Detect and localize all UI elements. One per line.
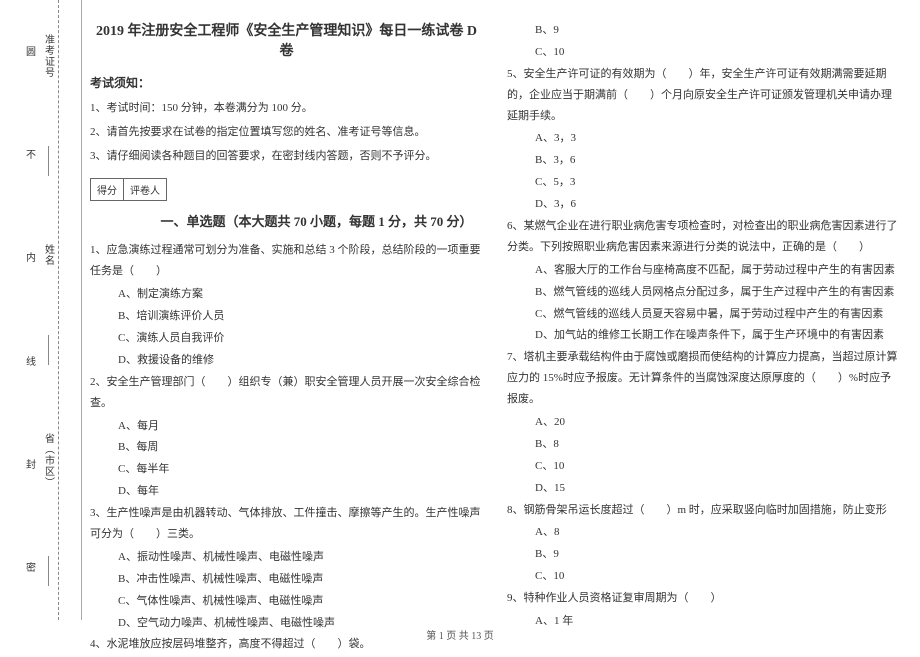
binding-field-line xyxy=(48,556,49,586)
score-label: 得分 xyxy=(91,179,124,200)
binding-marker: 线 xyxy=(22,356,37,368)
question-stem: 7、塔机主要承载结构件由于腐蚀或磨损而使结构的计算应力提高，当超过原计算应力的 … xyxy=(507,347,900,410)
binding-field-line xyxy=(48,146,49,176)
question-option: D、救援设备的维修 xyxy=(90,350,483,371)
binding-circle: 圆 xyxy=(22,46,37,58)
binding-field-name: 姓名 xyxy=(41,244,56,266)
left-column: 2019 年注册安全工程师《安全生产管理知识》每日一练试卷 D 卷 考试须知： … xyxy=(90,20,483,657)
right-column: B、9 C、10 5、安全生产许可证的有效期为（ ）年，安全生产许可证有效期满需… xyxy=(507,20,900,657)
binding-field-line xyxy=(48,335,49,365)
question-option: C、5，3 xyxy=(507,172,900,193)
section-title: 一、单选题（本大题共 70 小题，每题 1 分，共 70 分） xyxy=(150,211,483,230)
question-option: D、每年 xyxy=(90,481,483,502)
question-option: C、10 xyxy=(507,456,900,477)
question-option: B、每周 xyxy=(90,437,483,458)
question-stem: 6、某燃气企业在进行职业病危害专项检查时，对检查出的职业病危害因素进行了分类。下… xyxy=(507,216,900,258)
exam-title: 2019 年注册安全工程师《安全生产管理知识》每日一练试卷 D 卷 xyxy=(90,20,483,60)
question-option: B、9 xyxy=(507,544,900,565)
binding-marker: 封 xyxy=(22,459,37,471)
question-option: C、每半年 xyxy=(90,459,483,480)
binding-marker: 内 xyxy=(22,252,37,264)
binding-marker: 密 xyxy=(22,562,37,574)
question-stem: 2、安全生产管理部门（ ）组织专（兼）职安全管理人员开展一次安全综合检查。 xyxy=(90,372,483,414)
binding-dash-line xyxy=(58,0,59,620)
question-option: B、8 xyxy=(507,434,900,455)
question-stem: 8、钢筋骨架吊运长度超过（ ）m 时，应采取竖向临时加固措施，防止变形 xyxy=(507,500,900,521)
question-option: A、振动性噪声、机械性噪声、电磁性噪声 xyxy=(90,547,483,568)
question-option: B、冲击性噪声、机械性噪声、电磁性噪声 xyxy=(90,569,483,590)
question-stem: 5、安全生产许可证的有效期为（ ）年，安全生产许可证有效期满需要延期的，企业应当… xyxy=(507,64,900,127)
question-option: C、演练人员自我评价 xyxy=(90,328,483,349)
question-option: B、3，6 xyxy=(507,150,900,171)
binding-field-id: 准考证号 xyxy=(41,34,56,78)
notice-label: 考试须知： xyxy=(90,74,483,91)
page-footer: 第 1 页 共 13 页 xyxy=(0,627,920,642)
instruction-item: 2、请首先按要求在试卷的指定位置填写您的姓名、准考证号等信息。 xyxy=(90,123,483,143)
question-option: C、燃气管线的巡线人员夏天容易中暑，属于劳动过程中产生的有害因素 xyxy=(507,304,900,325)
instruction-item: 1、考试时间：150 分钟，本卷满分为 100 分。 xyxy=(90,99,483,119)
question-option: D、15 xyxy=(507,478,900,499)
page-content: 2019 年注册安全工程师《安全生产管理知识》每日一练试卷 D 卷 考试须知： … xyxy=(90,20,900,657)
question-option: C、10 xyxy=(507,566,900,587)
question-option: D、加气站的维修工长期工作在噪声条件下，属于生产环境中的有害因素 xyxy=(507,325,900,346)
binding-marker: 不 xyxy=(22,149,37,161)
binding-student-fields: 准考证号 姓名 省（市区） xyxy=(40,0,56,620)
question-stem: 3、生产性噪声是由机器转动、气体排放、工件撞击、摩擦等产生的。生产性噪声可分为（… xyxy=(90,503,483,545)
question-stem: 9、特种作业人员资格证复审周期为（ ） xyxy=(507,588,900,609)
question-option: A、每月 xyxy=(90,416,483,437)
question-option: C、10 xyxy=(507,42,900,63)
question-option: B、培训演练评价人员 xyxy=(90,306,483,327)
grader-label: 评卷人 xyxy=(124,179,166,200)
binding-seal-markers: 圆 不 内 线 封 密 xyxy=(20,0,38,620)
question-option: D、3，6 xyxy=(507,194,900,215)
instruction-item: 3、请仔细阅读各种题目的回答要求，在密封线内答题，否则不予评分。 xyxy=(90,147,483,167)
question-option: A、20 xyxy=(507,412,900,433)
binding-field-province: 省（市区） xyxy=(41,433,56,488)
question-option: A、制定演练方案 xyxy=(90,284,483,305)
question-option: B、9 xyxy=(507,20,900,41)
question-option: A、3，3 xyxy=(507,128,900,149)
question-option: B、燃气管线的巡线人员网格点分配过多，属于生产过程中产生的有害因素 xyxy=(507,282,900,303)
question-option: A、客服大厅的工作台与座椅高度不匹配，属于劳动过程中产生的有害因素 xyxy=(507,260,900,281)
question-stem: 1、应急演练过程通常可划分为准备、实施和总结 3 个阶段，总结阶段的一项重要任务… xyxy=(90,240,483,282)
question-option: A、8 xyxy=(507,522,900,543)
question-option: C、气体性噪声、机械性噪声、电磁性噪声 xyxy=(90,591,483,612)
score-box: 得分 评卷人 xyxy=(90,178,167,201)
